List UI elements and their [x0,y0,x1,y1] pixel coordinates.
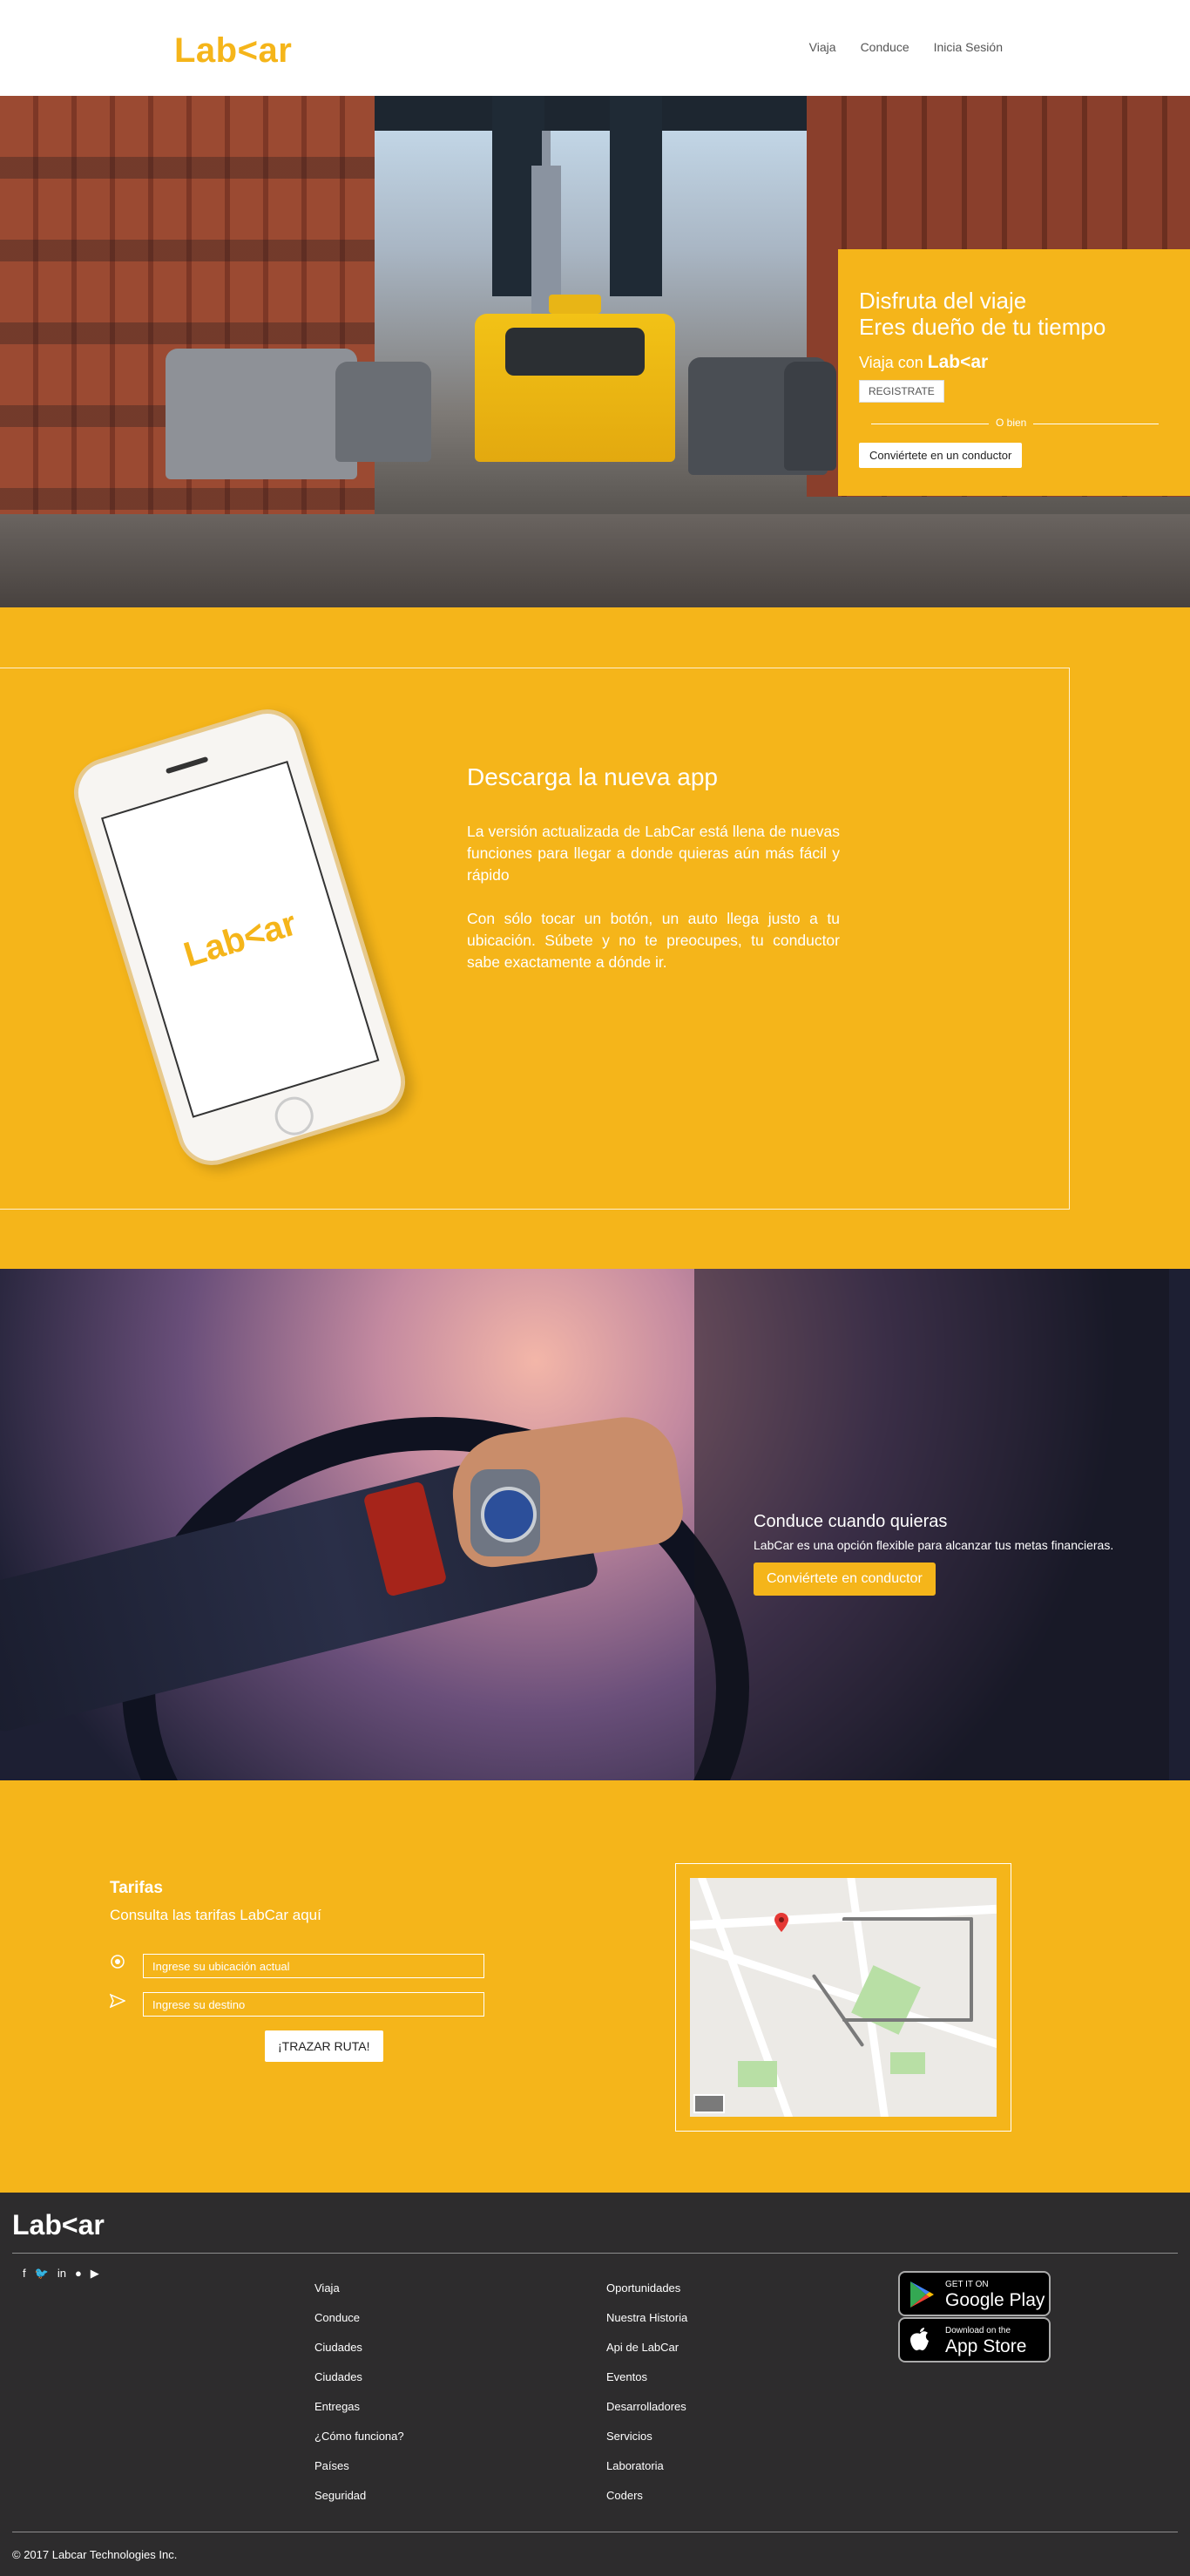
app-title: Descarga la nueva app [467,763,718,790]
footer-link[interactable]: Desarrolladores [606,2400,686,2413]
app-paragraph-2: Con sólo tocar un botón, un auto llega j… [467,910,840,971]
nav-conduce[interactable]: Conduce [861,40,909,54]
footer-logo[interactable]: Lab<ar [12,2209,105,2241]
google-play-small: GET IT ON [945,2280,989,2289]
bridge-pillar [610,96,662,296]
hero-title-line2: Eres dueño de tu tiempo [859,314,1106,340]
social-links: f 🐦 in ● ▶ [23,2267,99,2281]
phone-logo: Lab<ar [179,904,301,974]
route-button[interactable]: ¡TRAZAR RUTA! [265,2030,383,2062]
google-play-badge[interactable]: GET IT ON Google Play [898,2271,1051,2316]
car [784,362,836,471]
app-store-big: App Store [945,2336,1027,2356]
fares-title: Tarifas [110,1879,163,1897]
footer-link[interactable]: Laboratoria [606,2459,664,2472]
location-icon [110,1954,125,1969]
origin-input[interactable] [143,1954,484,1978]
map-layers-icon[interactable] [693,2094,725,2113]
map-park [738,2061,777,2087]
app-store-badge[interactable]: Download on the App Store [898,2317,1051,2362]
driver-image [0,1269,1190,1780]
driver-button[interactable]: Conviértete en conductor [754,1563,936,1596]
footer-link[interactable]: Servicios [606,2430,652,2443]
site-header: Lab<ar Viaja Conduce Inicia Sesión [0,0,1190,96]
nav-login[interactable]: Inicia Sesión [934,40,1003,54]
hero-card: Disfruta del viaje Eres dueño de tu tiem… [838,249,1190,496]
viaja-con: Viaja con Lab<ar [859,352,1190,373]
register-button[interactable]: REGISTRATE [859,380,944,403]
divider-text: O bien [989,417,1034,429]
become-driver-button[interactable]: Conviértete en un conductor [859,443,1023,468]
footer-link[interactable]: Coders [606,2489,643,2502]
logo[interactable]: Lab<ar [174,31,292,71]
footer-link[interactable]: Seguridad [314,2489,366,2502]
taxi [475,295,675,462]
footer-link[interactable]: ¿Cómo funciona? [314,2430,404,2443]
map-route [842,1917,973,2022]
facebook-icon[interactable]: f [23,2267,26,2281]
footer-divider-top [12,2253,1178,2254]
map[interactable] [690,1878,997,2117]
car [166,349,357,479]
driver-title: Conduce cuando quieras [754,1512,948,1531]
google-play-icon [909,2281,935,2315]
phone-home-button [270,1092,319,1141]
footer-link[interactable]: Ciudades [314,2370,362,2383]
play-icon[interactable]: ▶ [91,2267,99,2281]
destination-input[interactable] [143,1992,484,2017]
hero-title: Disfruta del viaje Eres dueño de tu tiem… [859,288,1190,340]
car [335,362,431,462]
watch [470,1469,540,1556]
driver-subtitle: LabCar es una opción flexible para alcan… [754,1538,1114,1552]
footer-link[interactable]: Oportunidades [606,2281,680,2295]
footer-link[interactable]: Viaja [314,2281,340,2295]
app-store-small: Download on the [945,2326,1011,2335]
send-icon [109,1993,126,2009]
footer-link[interactable]: Api de LabCar [606,2341,679,2354]
road [0,514,1190,607]
hero-title-line1: Disfruta del viaje [859,288,1027,314]
map-park [890,2052,925,2074]
main-nav: Viaja Conduce Inicia Sesión [809,40,1003,54]
viaja-prefix: Viaja con [859,354,923,371]
phone-speaker [165,756,209,775]
divider: O bien [871,415,1159,432]
footer-link[interactable]: Eventos [606,2370,647,2383]
google-play-big: Google Play [945,2290,1045,2310]
fares-subtitle: Consulta las tarifas LabCar aquí [110,1907,321,1923]
copyright: © 2017 Labcar Technologies Inc. [12,2548,178,2561]
map-pin-icon [774,1913,788,1932]
footer-link[interactable]: Países [314,2459,349,2472]
site-footer [0,2193,1190,2576]
bridge-shape [375,96,810,288]
apple-icon[interactable]: ● [75,2267,82,2281]
footer-link[interactable]: Entregas [314,2400,360,2413]
apple-logo-icon [909,2327,931,2359]
viaja-brand: Lab<ar [927,352,989,372]
footer-link[interactable]: Ciudades [314,2341,362,2354]
twitter-icon[interactable]: 🐦 [35,2267,49,2281]
app-paragraph-1: La versión actualizada de LabCar está ll… [467,823,840,884]
footer-link[interactable]: Nuestra Historia [606,2311,687,2324]
nav-viaja[interactable]: Viaja [809,40,836,54]
footer-link[interactable]: Conduce [314,2311,360,2324]
linkedin-icon[interactable]: in [57,2267,66,2281]
